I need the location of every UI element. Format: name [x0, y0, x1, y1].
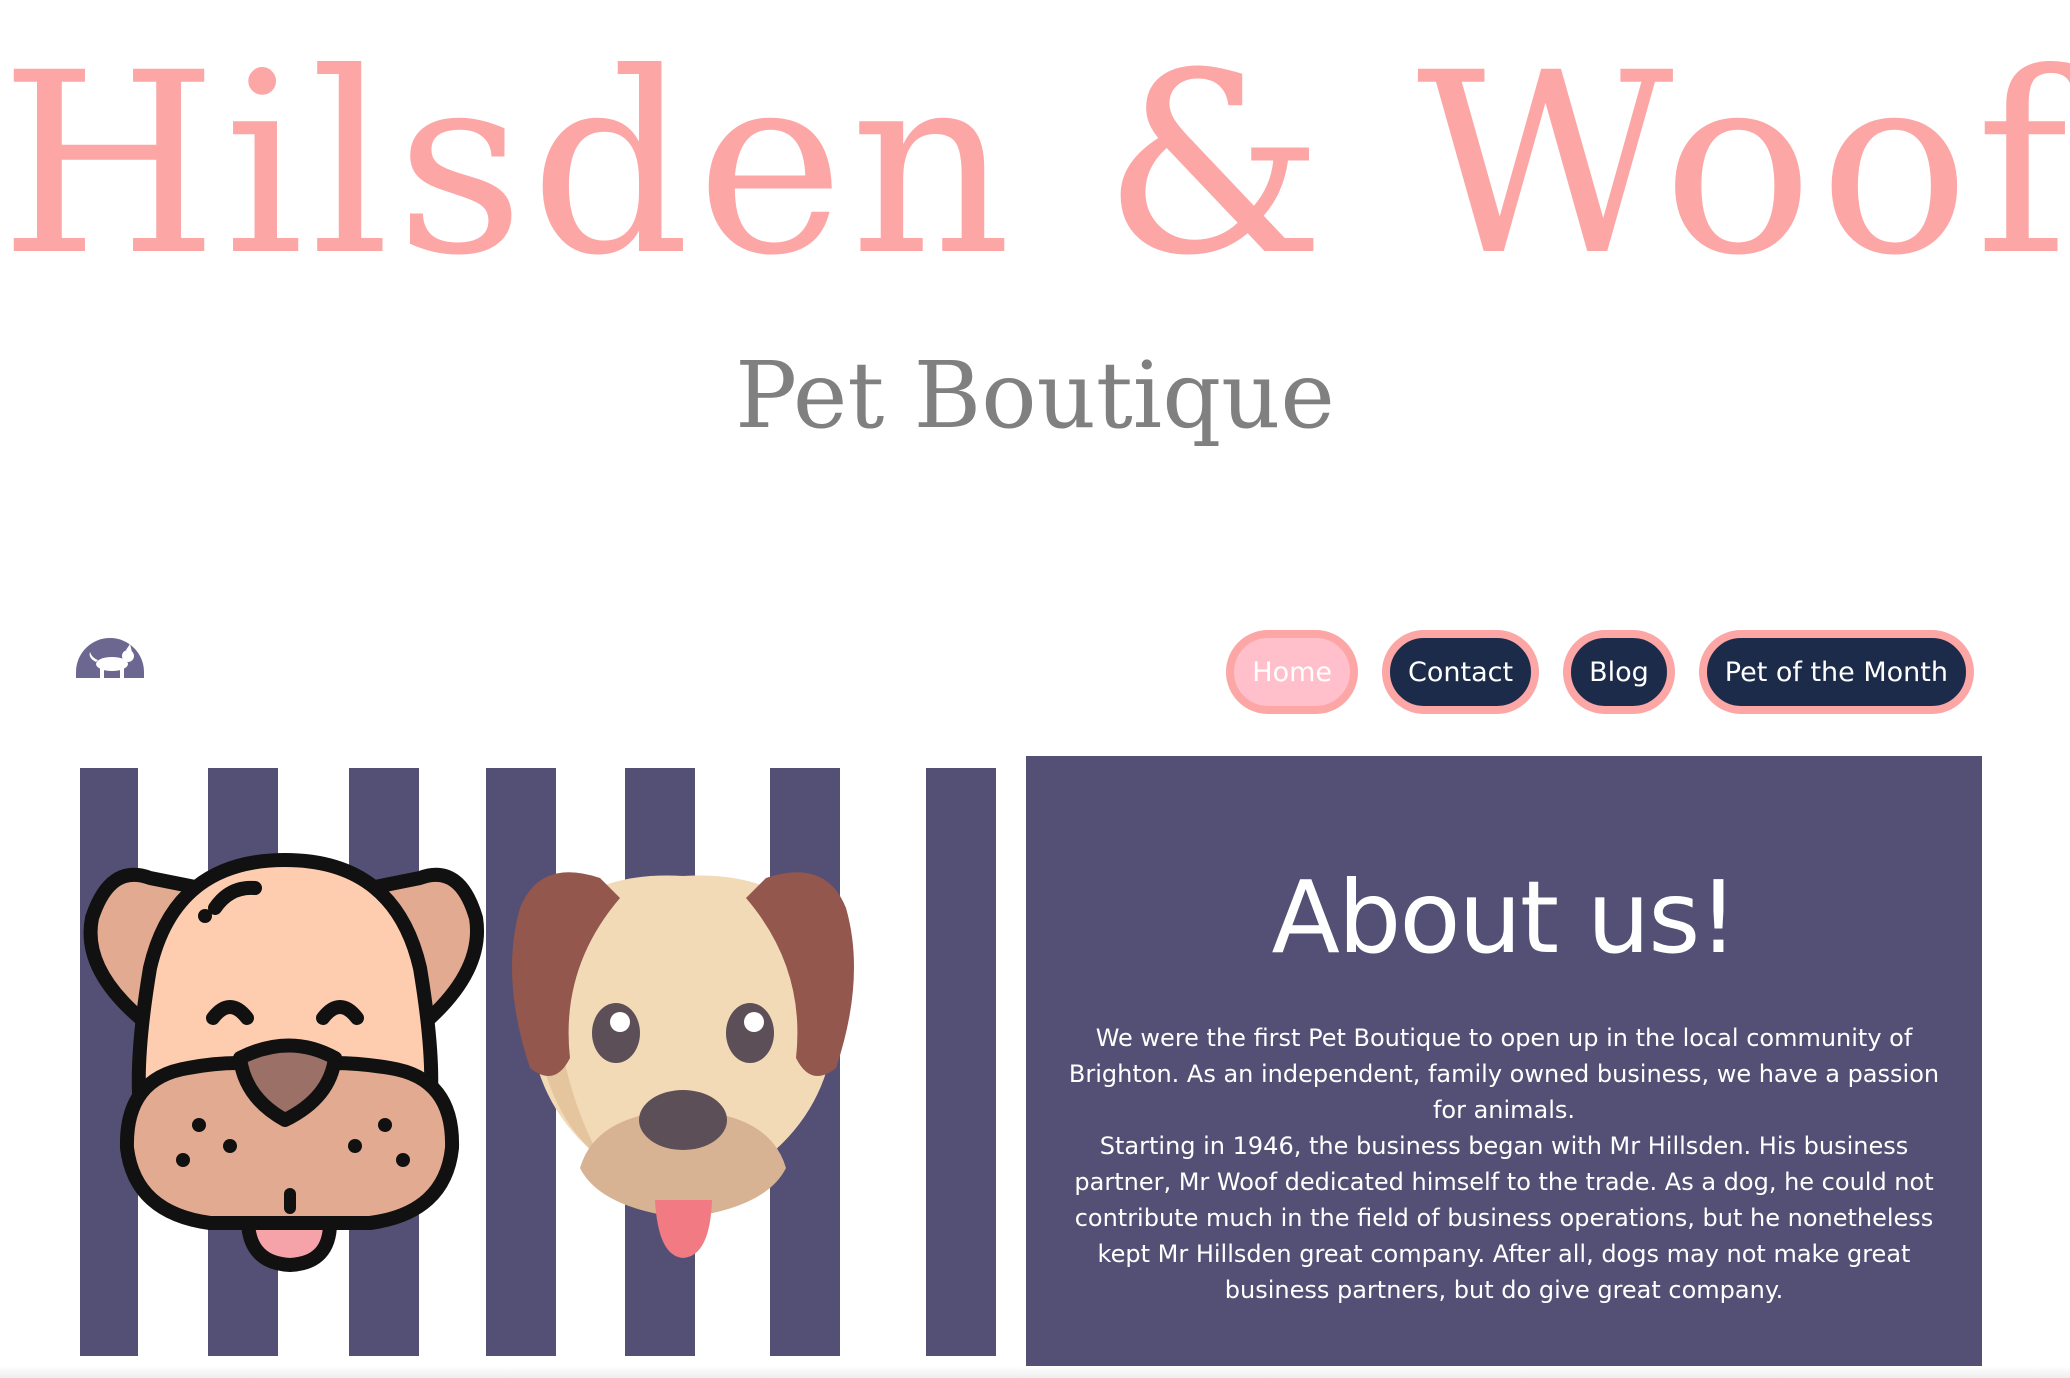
nav-home-button[interactable]: Home [1226, 630, 1359, 714]
about-paragraph-1: We were the first Pet Boutique to open u… [1068, 1024, 1940, 1124]
about-paragraph-2: Starting in 1946, the business began wit… [1074, 1132, 1934, 1304]
bottom-edge [0, 1366, 2070, 1378]
dog-logo-icon[interactable] [74, 636, 146, 694]
about-text: We were the first Pet Boutique to open u… [1064, 1020, 1944, 1308]
hero-illustration [80, 768, 996, 1356]
about-section: About us! We were the first Pet Boutique… [1026, 756, 1982, 1368]
cartoon-dog-face-icon [83, 853, 484, 1272]
nav-blog-button[interactable]: Blog [1563, 630, 1675, 714]
site-subtitle: Pet Boutique [735, 342, 1335, 449]
nav-contact-button[interactable]: Contact [1382, 630, 1540, 714]
main-nav: Home Contact Blog Pet of the Month [1202, 630, 1974, 714]
nav-pet-of-the-month-button[interactable]: Pet of the Month [1698, 630, 1974, 714]
about-heading: About us! [1271, 859, 1738, 976]
page: Hilsden & Woof Pet Boutique Home Contact… [0, 0, 2070, 1378]
site-title: Hilsden & Woof [0, 19, 2070, 310]
